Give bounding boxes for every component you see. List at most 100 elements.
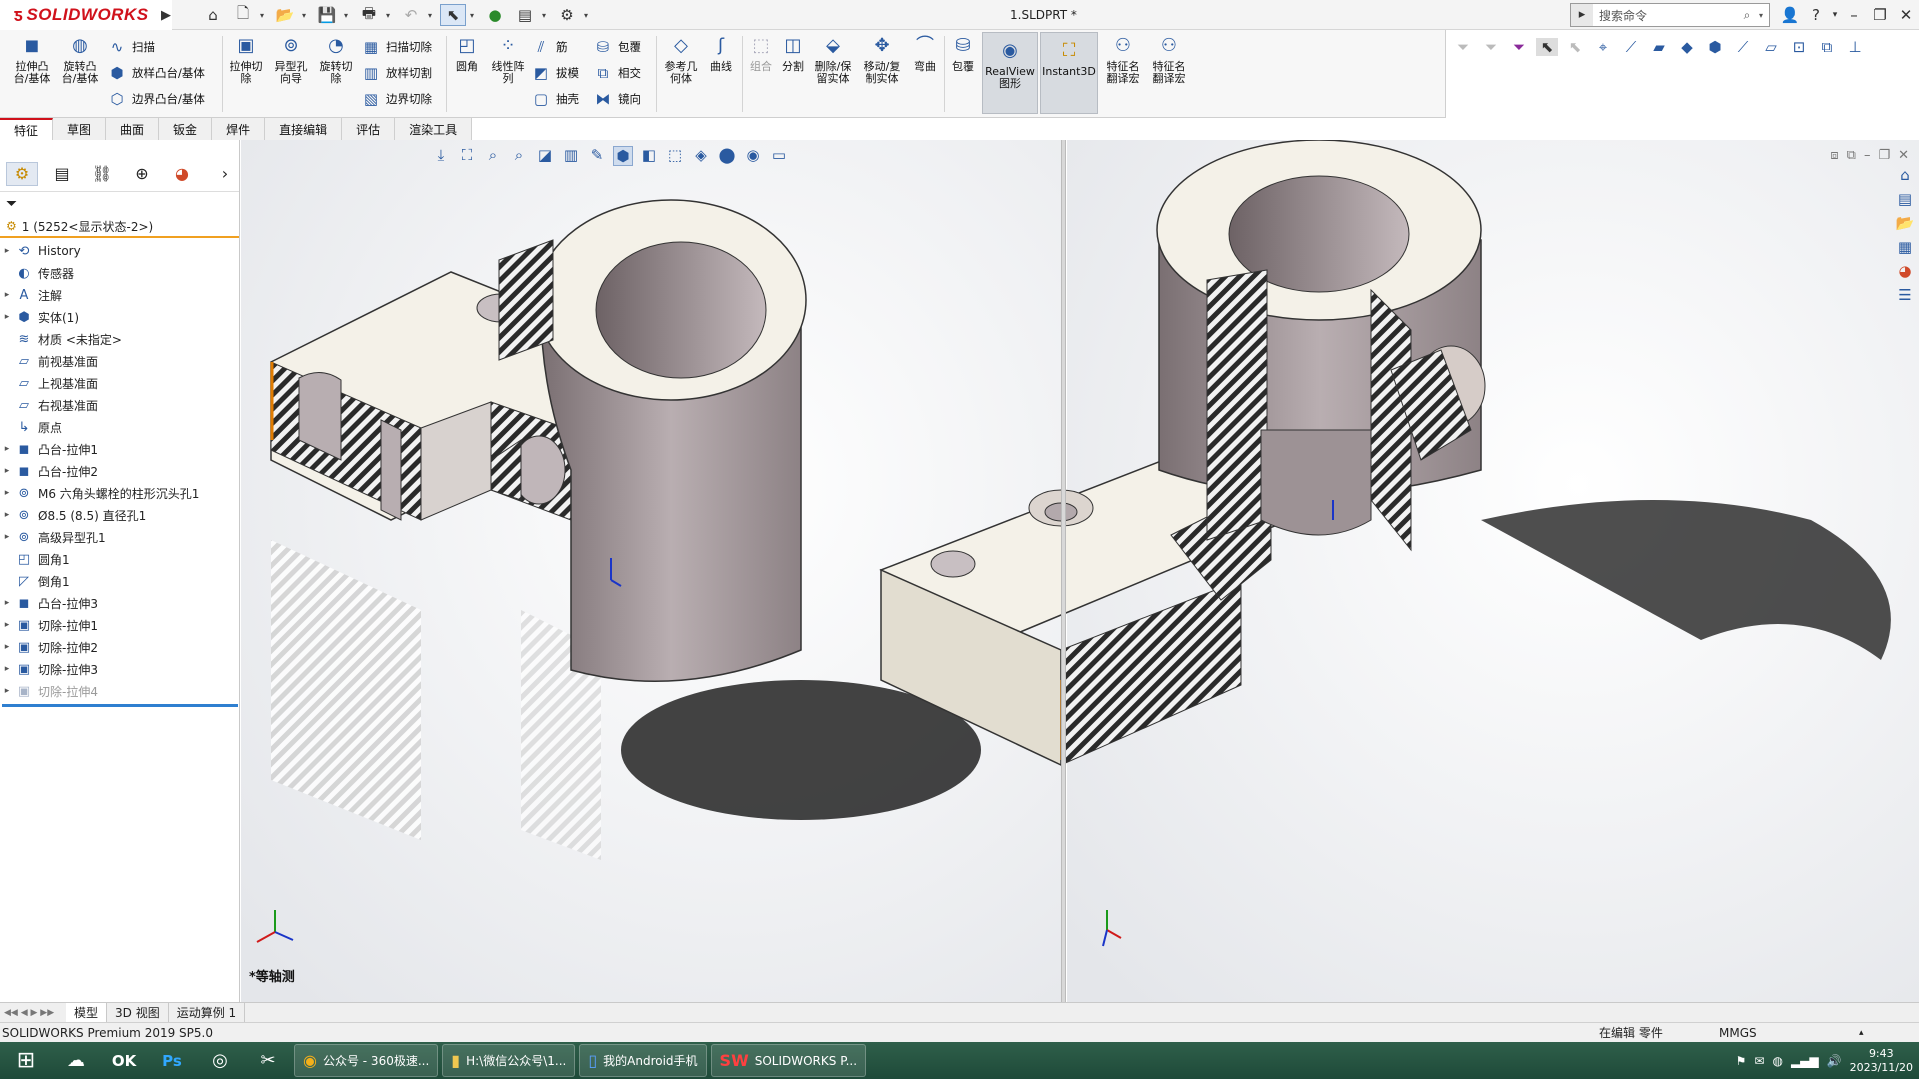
expand-arrow-icon[interactable]: ▸: [0, 642, 14, 652]
tree-node[interactable]: ▸ A 注解: [0, 284, 239, 306]
swept-cut-button[interactable]: ▦ 扫描切除: [362, 38, 432, 56]
reference-geometry-button[interactable]: ◇ 参考几 何体: [660, 34, 702, 85]
intersect-button[interactable]: ⧉ 相交: [594, 64, 641, 82]
tab-direct-editing[interactable]: 直接编辑: [265, 118, 343, 140]
tab-render-tools[interactable]: 渲染工具: [395, 118, 473, 140]
linear-pattern-button[interactable]: ⁘ 线性阵 列: [488, 34, 528, 85]
viewport-close-icon[interactable]: ✕: [1898, 148, 1909, 163]
feature-translate-macro-button-1[interactable]: ⚇ 特征名 翻译宏: [1102, 34, 1144, 85]
tree-node[interactable]: ▸ ⊚ 高级异型孔1: [0, 526, 239, 548]
tree-node[interactable]: ▸ ◼ 凸台-拉伸3: [0, 592, 239, 614]
tree-node[interactable]: ▸ ⊚ Ø8.5 (8.5) 直径孔1: [0, 504, 239, 526]
filter-dimension-icon[interactable]: ⊥: [1844, 38, 1866, 56]
filter-solid-icon[interactable]: ⬢: [1704, 38, 1726, 56]
taskbar-android[interactable]: ▯ 我的Android手机: [579, 1044, 707, 1077]
dynamic-annotation-icon[interactable]: ▥: [561, 146, 581, 166]
file-explorer-icon[interactable]: 📂: [1896, 214, 1915, 232]
viewport-swap-icon[interactable]: ⧉: [1847, 148, 1856, 163]
tree-node[interactable]: ▸ ◼ 凸台-拉伸2: [0, 460, 239, 482]
options-dropdown-icon[interactable]: ▾: [584, 11, 592, 20]
display-pane-icon[interactable]: ▭: [769, 146, 789, 166]
expand-panel-icon[interactable]: ›: [218, 162, 232, 186]
tray-network-icon[interactable]: ▂▄▆: [1791, 1054, 1819, 1068]
section-view-icon[interactable]: ◪: [535, 146, 555, 166]
filter-surface-icon[interactable]: ◆: [1676, 38, 1698, 56]
expand-arrow-icon[interactable]: ▸: [0, 510, 14, 520]
rib-button[interactable]: ⫽ 筋: [532, 38, 568, 56]
expand-arrow-icon[interactable]: ▸: [0, 620, 14, 630]
tab-3d-view[interactable]: 3D 视图: [107, 1002, 169, 1023]
extrude-cut-button[interactable]: ▣ 拉伸切 除: [226, 34, 266, 85]
view-palette-icon[interactable]: ▦: [1898, 238, 1912, 256]
filter-edge-icon[interactable]: ⟋: [1620, 38, 1642, 56]
mirror-button[interactable]: ⧓ 镜向: [594, 90, 642, 108]
taskbar-solidworks[interactable]: SW SOLIDWORKS P...: [710, 1044, 867, 1077]
open-dropdown-icon[interactable]: ▾: [302, 11, 310, 20]
baidu-netdisk-icon[interactable]: ☁: [52, 1042, 100, 1079]
tree-node[interactable]: ▸ ▣ 切除-拉伸1: [0, 614, 239, 636]
wrap-button[interactable]: ⛁ 包覆: [594, 38, 641, 56]
delete-keep-body-button[interactable]: ⬙ 删除/保 留实体: [812, 34, 854, 85]
tree-node[interactable]: ▱ 上视基准面: [0, 372, 239, 394]
configuration-manager-tab-icon[interactable]: ⛓: [86, 162, 118, 186]
lofted-cut-button[interactable]: ▥ 放样切割: [362, 64, 432, 82]
tab-evaluate[interactable]: 评估: [342, 118, 396, 140]
revolve-boss-button[interactable]: ◍ 旋转凸 台/基体: [58, 34, 102, 85]
dimxpert-tab-icon[interactable]: ⊕: [126, 162, 158, 186]
display-style-icon[interactable]: ⬢: [613, 146, 633, 166]
loft-boss-button[interactable]: ⬢ 放样凸台/基体: [108, 64, 204, 82]
expand-arrow-icon[interactable]: ▸: [0, 532, 14, 542]
solidworks-logo[interactable]: ƽ SOLIDWORKS: [0, 0, 160, 30]
combine-button[interactable]: ⬚ 组合: [746, 34, 776, 73]
select-icon[interactable]: ⬉: [440, 4, 466, 26]
tray-qq-icon[interactable]: ◍: [1772, 1054, 1782, 1068]
tree-node[interactable]: ◸ 倒角1: [0, 570, 239, 592]
taskbar-browser[interactable]: ◉ 公众号 - 360极速...: [294, 1044, 439, 1077]
save-dropdown-icon[interactable]: ▾: [344, 11, 352, 20]
tree-node[interactable]: ▱ 右视基准面: [0, 394, 239, 416]
previous-view-icon[interactable]: ⌕: [509, 146, 529, 166]
close-icon[interactable]: ✕: [1893, 6, 1919, 24]
tree-node[interactable]: ◐ 传感器: [0, 262, 239, 284]
unit-dropdown-icon[interactable]: ▴: [1859, 1028, 1919, 1038]
file-properties-dropdown-icon[interactable]: ▾: [542, 11, 550, 20]
hide-show-icon[interactable]: ◧: [639, 146, 659, 166]
new-dropdown-icon[interactable]: ▾: [260, 11, 268, 20]
property-manager-tab-icon[interactable]: ▤: [46, 162, 78, 186]
filter-face-icon[interactable]: ▰: [1648, 38, 1670, 56]
zoom-to-fit-icon[interactable]: ⛶: [457, 146, 477, 166]
tab-surfaces[interactable]: 曲面: [106, 118, 160, 140]
search-input[interactable]: 搜索命令: [1593, 7, 1735, 24]
tab-motion-study-1[interactable]: 运动算例 1: [169, 1002, 246, 1023]
shell-button[interactable]: ▢ 抽壳: [532, 90, 579, 108]
filter-plane-icon[interactable]: ▱: [1760, 38, 1782, 56]
search-icon[interactable]: ⌕: [1735, 8, 1759, 23]
part-root-node[interactable]: ⚙ 1 (5252<显示状态-2>): [0, 216, 239, 238]
tree-node[interactable]: ▸ ▣ 切除-拉伸3: [0, 658, 239, 680]
draft-button[interactable]: ◩ 拔模: [532, 64, 579, 82]
sweep-button[interactable]: ∿ 扫描: [108, 38, 155, 56]
search-dropdown-icon[interactable]: ▾: [1759, 11, 1769, 20]
photoshop-icon[interactable]: Ps: [148, 1042, 196, 1079]
edit-appearance-icon[interactable]: ⬚: [665, 146, 685, 166]
home-icon[interactable]: ⌂: [200, 4, 226, 26]
undo-dropdown-icon[interactable]: ▾: [428, 11, 436, 20]
start-button[interactable]: ⊞: [0, 1042, 52, 1079]
user-icon[interactable]: 👤: [1777, 6, 1803, 24]
tree-node[interactable]: ▸ ⬢ 实体(1): [0, 306, 239, 328]
ok-app-icon[interactable]: OK: [100, 1042, 148, 1079]
filter-vertex-icon[interactable]: ⌖: [1592, 38, 1614, 56]
expand-arrow-icon[interactable]: ▸: [0, 598, 14, 608]
view-orientation-icon[interactable]: ⤓: [431, 146, 451, 166]
realview-button[interactable]: ◉ RealView 图形: [982, 32, 1038, 114]
filter-point-icon[interactable]: ⊡: [1788, 38, 1810, 56]
graphics-area[interactable]: ⤓ ⛶ ⌕ ⌕ ◪ ▥ ✎ ⬢ ◧ ⬚ ◈ ⬤ ◉ ▭ ⧈ ⧉ – ❐ ✕ *等…: [241, 140, 1919, 1002]
select-dropdown-icon[interactable]: ▾: [470, 11, 478, 20]
tab-model[interactable]: 模型: [66, 1002, 108, 1023]
file-properties-icon[interactable]: ▤: [512, 4, 538, 26]
options-icon[interactable]: ⚙: [554, 4, 580, 26]
custom-properties-icon[interactable]: ☰: [1898, 286, 1911, 304]
search-commands[interactable]: ▸ 搜索命令 ⌕ ▾: [1570, 3, 1770, 27]
viewport-link-icon[interactable]: ⧈: [1830, 148, 1838, 163]
hole-wizard-button[interactable]: ⊚ 异型孔 向导: [270, 34, 312, 85]
